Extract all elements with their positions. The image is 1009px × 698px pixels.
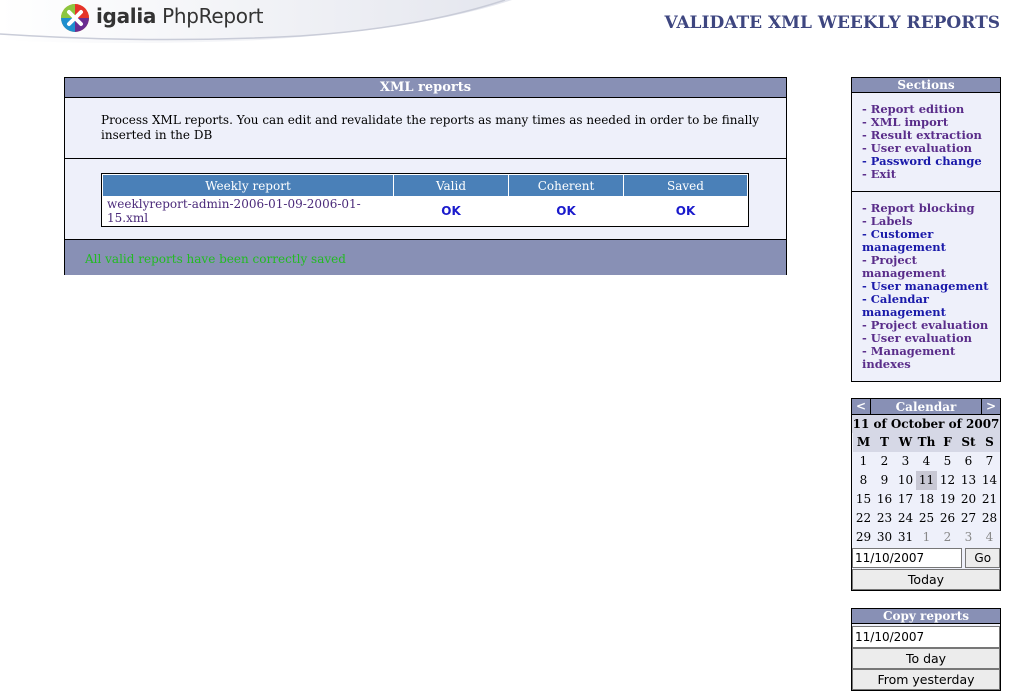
calendar-day[interactable]: 12 bbox=[937, 471, 958, 490]
calendar-day-header: W bbox=[895, 433, 916, 452]
nav-calendar-management[interactable]: - Calendar management bbox=[862, 293, 990, 319]
calendar-day[interactable]: 29 bbox=[853, 528, 874, 547]
column-header-valid: Valid bbox=[394, 175, 508, 196]
calendar-prev-button[interactable]: < bbox=[852, 399, 871, 414]
calendar-day[interactable]: 23 bbox=[874, 509, 895, 528]
copy-reports-panel: Copy reports 11/10/2007 To day From yest… bbox=[851, 608, 1001, 691]
calendar-day-header: M bbox=[853, 433, 874, 452]
calendar-grid: M T W Th F St S 1 2 3 4 5 6 7 8 9 10 11 12 13 14 15 16 17 18 19 20… bbox=[853, 433, 1000, 547]
table-row: weeklyreport-admin-2006-01-09-2006-01-15… bbox=[103, 197, 747, 225]
nav-customer-management[interactable]: - Customer management bbox=[862, 228, 990, 254]
sections-group-user: - Report edition - XML import - Result e… bbox=[852, 93, 1000, 191]
copy-from-yesterday-button[interactable]: From yesterday bbox=[852, 669, 1000, 690]
calendar-day[interactable]: 17 bbox=[895, 490, 916, 509]
reports-table-area: Weekly report Valid Coherent Saved weekl… bbox=[65, 159, 786, 240]
calendar-day[interactable]: 1 bbox=[916, 528, 937, 547]
calendar-day[interactable]: 19 bbox=[937, 490, 958, 509]
xml-reports-description: Process XML reports. You can edit and re… bbox=[65, 98, 786, 159]
copy-to-day-button[interactable]: To day bbox=[852, 648, 1000, 669]
calendar-day-header: F bbox=[937, 433, 958, 452]
calendar-day[interactable]: 24 bbox=[895, 509, 916, 528]
calendar-date-input[interactable]: 11/10/2007 bbox=[852, 548, 963, 568]
sections-panel: Sections - Report edition - XML import -… bbox=[851, 77, 1001, 382]
calendar-day[interactable]: 21 bbox=[979, 490, 1000, 509]
table-header-row: Weekly report Valid Coherent Saved bbox=[103, 175, 747, 196]
reports-table: Weekly report Valid Coherent Saved weekl… bbox=[101, 173, 749, 227]
calendar-day-header: St bbox=[958, 433, 979, 452]
saved-status: OK bbox=[624, 197, 747, 225]
nav-management-indexes[interactable]: - Management indexes bbox=[862, 345, 990, 371]
app-logo-text: igalia PhpReport bbox=[96, 4, 263, 28]
calendar-day[interactable]: 6 bbox=[958, 452, 979, 471]
calendar-day[interactable]: 8 bbox=[853, 471, 874, 490]
page-title: VALIDATE XML WEEKLY REPORTS bbox=[664, 13, 1000, 33]
copy-reports-title: Copy reports bbox=[852, 609, 1000, 624]
xml-reports-title: XML reports bbox=[65, 78, 786, 98]
calendar-day[interactable]: 2 bbox=[874, 452, 895, 471]
column-header-weekly-report: Weekly report bbox=[103, 175, 393, 196]
calendar-next-button[interactable]: > bbox=[981, 399, 1000, 414]
calendar-day-header: S bbox=[979, 433, 1000, 452]
calendar-current-date: 11 of October of 2007 bbox=[852, 415, 1000, 433]
calendar-panel: < Calendar > 11 of October of 2007 M T W Th… bbox=[851, 398, 1001, 591]
valid-status: OK bbox=[394, 197, 508, 225]
calendar-day[interactable]: 20 bbox=[958, 490, 979, 509]
nav-project-management[interactable]: - Project management bbox=[862, 254, 990, 280]
report-file-link[interactable]: weeklyreport-admin-2006-01-09-2006-01-15… bbox=[103, 197, 393, 225]
calendar-day[interactable]: 30 bbox=[874, 528, 895, 547]
calendar-day[interactable]: 31 bbox=[895, 528, 916, 547]
calendar-day[interactable]: 14 bbox=[979, 471, 1000, 490]
nav-exit[interactable]: - Exit bbox=[862, 168, 990, 181]
calendar-day-header: T bbox=[874, 433, 895, 452]
logo-brand: igalia bbox=[96, 4, 157, 28]
calendar-title: Calendar bbox=[895, 400, 957, 414]
calendar-day[interactable]: 28 bbox=[979, 509, 1000, 528]
calendar-day[interactable]: 13 bbox=[958, 471, 979, 490]
calendar-day[interactable]: 16 bbox=[874, 490, 895, 509]
calendar-day[interactable]: 5 bbox=[937, 452, 958, 471]
calendar-day[interactable]: 25 bbox=[916, 509, 937, 528]
calendar-day[interactable]: 22 bbox=[853, 509, 874, 528]
calendar-day[interactable]: 15 bbox=[853, 490, 874, 509]
logo-product: PhpReport bbox=[162, 4, 264, 28]
calendar-day[interactable]: 11 bbox=[916, 471, 937, 490]
calendar-day-header: Th bbox=[916, 433, 937, 452]
calendar-today-button[interactable]: Today bbox=[852, 569, 1000, 590]
sections-title: Sections bbox=[852, 78, 1000, 93]
calendar-day[interactable]: 1 bbox=[853, 452, 874, 471]
calendar-header: < Calendar > bbox=[852, 399, 1000, 415]
sections-group-admin: - Report blocking - Labels - Customer ma… bbox=[852, 191, 1000, 381]
xml-reports-panel: XML reports Process XML reports. You can… bbox=[64, 77, 787, 275]
save-status-message: All valid reports have been correctly sa… bbox=[65, 240, 786, 275]
coherent-status: OK bbox=[509, 197, 623, 225]
calendar-day[interactable]: 7 bbox=[979, 452, 1000, 471]
calendar-go-button[interactable]: Go bbox=[965, 548, 1000, 568]
copy-date-input[interactable]: 11/10/2007 bbox=[852, 626, 1000, 648]
calendar-day[interactable]: 4 bbox=[916, 452, 937, 471]
column-header-saved: Saved bbox=[624, 175, 747, 196]
calendar-day[interactable]: 9 bbox=[874, 471, 895, 490]
calendar-date-form: 11/10/2007 Go bbox=[852, 547, 1000, 569]
calendar-day[interactable]: 27 bbox=[958, 509, 979, 528]
calendar-day[interactable]: 18 bbox=[916, 490, 937, 509]
igalia-logo-icon bbox=[60, 3, 90, 33]
calendar-day[interactable]: 4 bbox=[979, 528, 1000, 547]
calendar-day[interactable]: 26 bbox=[937, 509, 958, 528]
calendar-day[interactable]: 3 bbox=[958, 528, 979, 547]
calendar-day[interactable]: 2 bbox=[937, 528, 958, 547]
calendar-day[interactable]: 10 bbox=[895, 471, 916, 490]
column-header-coherent: Coherent bbox=[509, 175, 623, 196]
calendar-day[interactable]: 3 bbox=[895, 452, 916, 471]
